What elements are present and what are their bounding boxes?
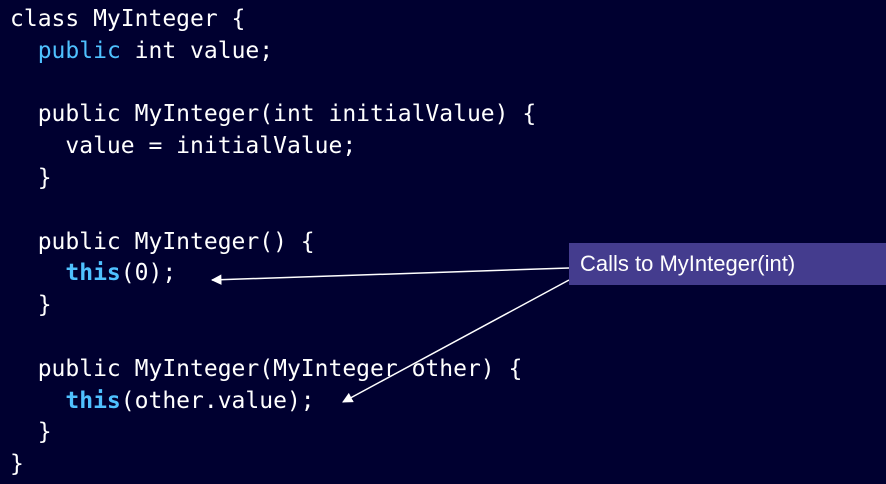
arrow-to-this-other-value xyxy=(342,279,570,403)
callout-box: Calls to MyInteger(int) xyxy=(569,243,886,285)
annotation-arrows xyxy=(210,267,570,403)
callout-label: Calls to MyInteger(int) xyxy=(580,251,796,276)
arrow-to-this-zero xyxy=(210,267,570,285)
